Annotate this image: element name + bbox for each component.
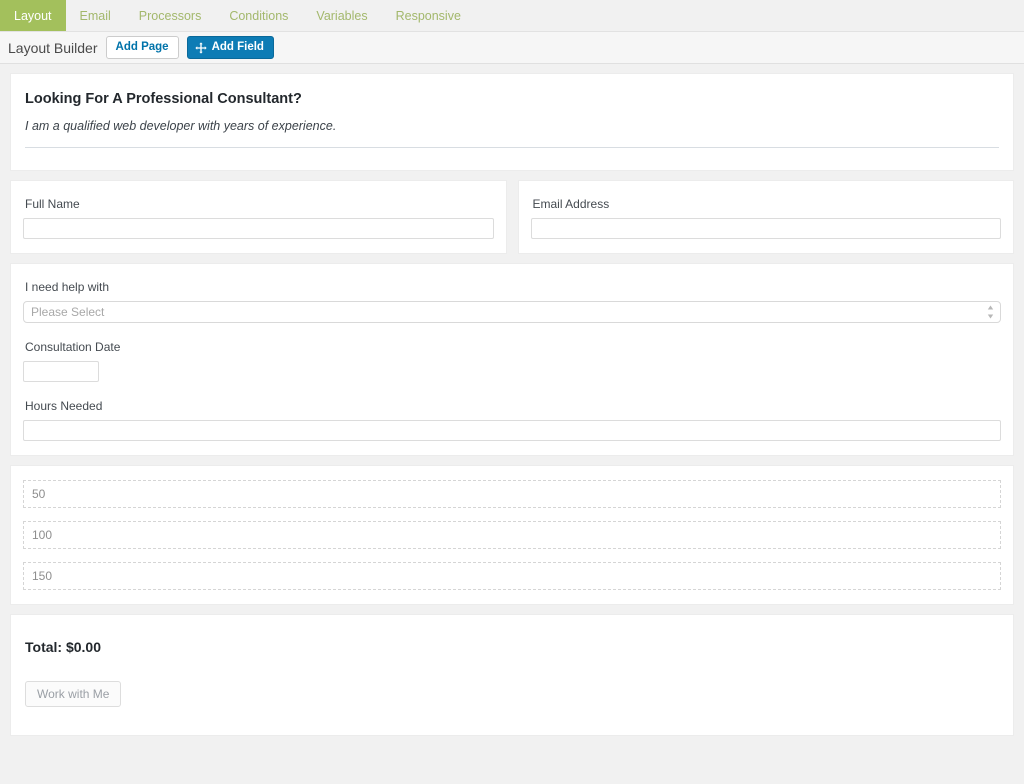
- panel-service-details[interactable]: I need help with Please Select Consultat…: [10, 263, 1014, 456]
- full-name-label: Full Name: [25, 197, 80, 211]
- move-arrows-icon: [194, 41, 207, 54]
- field-consultation-date: Consultation Date: [23, 340, 1001, 382]
- email-address-label: Email Address: [532, 197, 610, 211]
- hours-needed-input[interactable]: [23, 420, 1001, 441]
- field-help-with: I need help with Please Select: [23, 280, 1001, 323]
- add-field-label: Add Field: [211, 41, 264, 54]
- help-with-select[interactable]: Please Select: [23, 301, 1001, 323]
- panel-calculation-rows[interactable]: 50 100 150: [10, 465, 1014, 605]
- submit-button[interactable]: Work with Me: [25, 681, 122, 707]
- tab-variables[interactable]: Variables: [302, 0, 381, 31]
- tab-conditions-label: Conditions: [229, 8, 289, 23]
- form-heading: Looking For A Professional Consultant?: [25, 91, 302, 107]
- total-label: Total: $0.00: [25, 639, 101, 655]
- tab-processors-label: Processors: [138, 8, 202, 23]
- tab-processors[interactable]: Processors: [125, 0, 216, 31]
- dashed-row[interactable]: 150: [23, 562, 1001, 590]
- email-address-input[interactable]: [530, 218, 1001, 239]
- layout-builder-toolbar: Layout Builder Add Page Add Field: [0, 32, 1024, 64]
- full-name-input[interactable]: [23, 218, 494, 239]
- tab-layout-label: Layout: [14, 8, 52, 23]
- panel-total-submit[interactable]: Total: $0.00 Work with Me: [10, 614, 1014, 736]
- form-canvas: Looking For A Professional Consultant? I…: [0, 64, 1024, 784]
- help-with-select-wrap[interactable]: Please Select: [23, 301, 1001, 323]
- page-title: Layout Builder: [8, 39, 98, 56]
- tab-conditions[interactable]: Conditions: [215, 0, 302, 31]
- tab-responsive-label: Responsive: [395, 8, 461, 23]
- form-subtext: I am a qualified web developer with year…: [25, 119, 337, 133]
- help-with-label: I need help with: [25, 280, 110, 294]
- tab-variables-label: Variables: [316, 8, 368, 23]
- field-hours-needed: Hours Needed: [23, 399, 1001, 441]
- consultation-date-input[interactable]: [23, 361, 99, 382]
- dashed-row[interactable]: 100: [23, 521, 1001, 549]
- header-divider: [25, 147, 999, 148]
- field-row-contact: Full Name Email Address: [10, 180, 1014, 254]
- tab-responsive[interactable]: Responsive: [382, 0, 475, 31]
- add-field-button[interactable]: Add Field: [186, 36, 274, 59]
- dashed-row[interactable]: 50: [23, 480, 1001, 508]
- tab-layout[interactable]: Layout: [0, 0, 66, 31]
- consultation-date-label: Consultation Date: [25, 340, 121, 354]
- hours-needed-label: Hours Needed: [25, 399, 103, 413]
- panel-email-address[interactable]: Email Address: [517, 180, 1014, 254]
- add-page-button[interactable]: Add Page: [105, 36, 179, 59]
- panel-full-name[interactable]: Full Name: [10, 180, 507, 254]
- tab-email-label: Email: [79, 8, 111, 23]
- panel-form-header[interactable]: Looking For A Professional Consultant? I…: [10, 73, 1014, 171]
- tab-email[interactable]: Email: [66, 0, 125, 31]
- builder-tab-bar: Layout Email Processors Conditions Varia…: [0, 0, 1024, 32]
